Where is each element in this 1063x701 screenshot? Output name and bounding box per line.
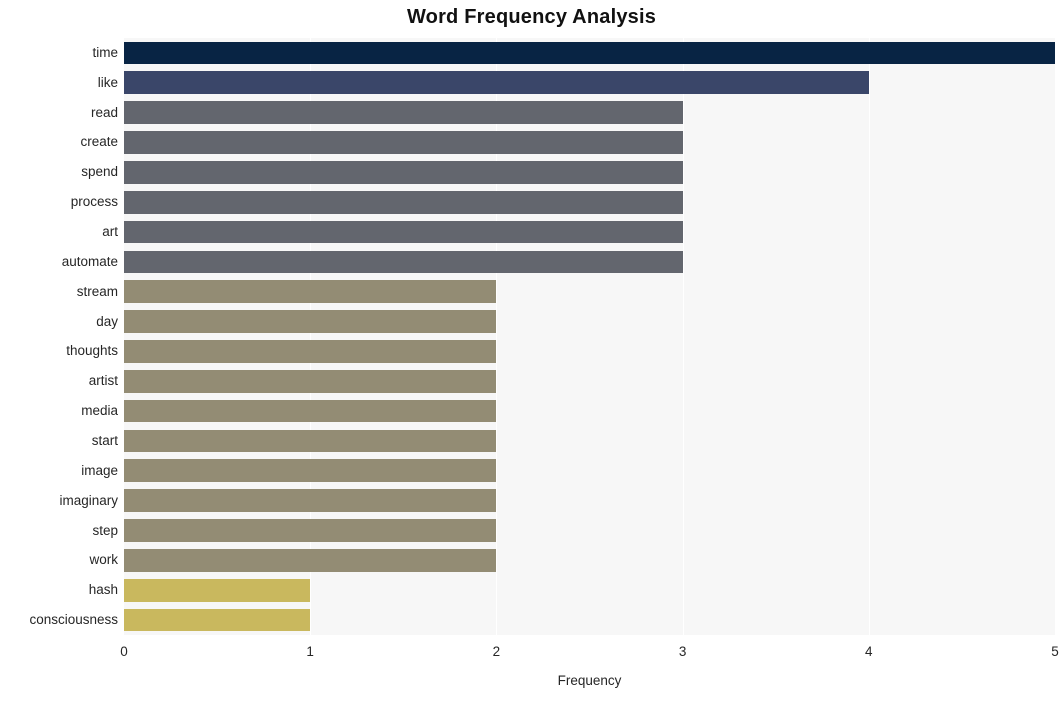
- y-tick-label-art: art: [102, 224, 118, 240]
- bars-container: [124, 38, 1055, 635]
- bar-row: [124, 280, 1055, 304]
- bar-stream: [124, 280, 497, 304]
- bar-hash: [124, 578, 311, 602]
- y-tick-label-like: like: [97, 74, 118, 90]
- bar-art: [124, 220, 683, 244]
- y-axis: time like read create spend process art automat…: [0, 38, 118, 635]
- y-tick-label-automate: automate: [61, 253, 118, 269]
- plot-area: [124, 38, 1055, 635]
- y-tick-label-spend: spend: [81, 164, 118, 180]
- bar-row: [124, 340, 1055, 363]
- bar-work: [124, 549, 497, 572]
- y-tick-label-step: step: [92, 522, 118, 538]
- x-tick-label-2: 2: [492, 644, 501, 659]
- x-tick-label-5: 5: [1051, 644, 1059, 659]
- bar-row: [124, 160, 1055, 184]
- bar-time: [124, 41, 1055, 65]
- bar-media: [124, 399, 497, 423]
- bar-row: [124, 41, 1055, 65]
- bar-row: [124, 131, 1055, 154]
- bar-row: [124, 250, 1055, 274]
- bar-thoughts: [124, 340, 497, 363]
- y-tick-label-imaginary: imaginary: [59, 492, 118, 508]
- bar-row: [124, 429, 1055, 453]
- bar-row: [124, 519, 1055, 542]
- bar-row: [124, 489, 1055, 512]
- bar-row: [124, 549, 1055, 572]
- bar-day: [124, 310, 497, 333]
- y-tick-label-create: create: [80, 134, 118, 150]
- bar-consciousness: [124, 608, 311, 632]
- chart-title: Word Frequency Analysis: [406, 6, 657, 28]
- x-tick-label-1: 1: [306, 644, 314, 659]
- bar-row: [124, 608, 1055, 632]
- bar-image: [124, 459, 497, 483]
- y-tick-label-thoughts: thoughts: [66, 343, 118, 359]
- y-tick-label-time: time: [92, 44, 118, 60]
- bar-row: [124, 399, 1055, 423]
- y-tick-label-day: day: [96, 313, 118, 329]
- y-tick-label-artist: artist: [88, 373, 118, 389]
- bar-row: [124, 220, 1055, 244]
- bar-row: [124, 578, 1055, 602]
- x-axis-label: Frequency: [557, 673, 622, 688]
- y-tick-label-work: work: [89, 552, 118, 568]
- bar-row: [124, 101, 1055, 124]
- bar-row: [124, 459, 1055, 483]
- y-tick-label-start: start: [91, 432, 118, 448]
- y-tick-label-stream: stream: [76, 283, 118, 299]
- y-tick-label-hash: hash: [88, 582, 118, 598]
- bar-row: [124, 190, 1055, 214]
- bar-spend: [124, 160, 683, 184]
- bar-process: [124, 190, 683, 214]
- y-tick-label-read: read: [90, 104, 118, 120]
- bar-row: [124, 310, 1055, 333]
- bar-row: [124, 71, 1055, 95]
- x-tick-label-4: 4: [865, 644, 873, 659]
- word-frequency-chart-figure: Word Frequency Analysis time like read crea…: [0, 0, 1063, 701]
- bar-step: [124, 519, 497, 542]
- bar-create: [124, 131, 683, 154]
- bar-artist: [124, 369, 497, 393]
- x-tick-label-3: 3: [678, 644, 687, 659]
- bar-like: [124, 71, 869, 95]
- y-tick-label-consciousness: consciousness: [29, 612, 118, 628]
- x-axis: 0 1 2 3 4 5: [120, 635, 1059, 665]
- y-tick-label-image: image: [81, 462, 118, 478]
- bar-row: [124, 369, 1055, 393]
- y-tick-label-process: process: [70, 194, 118, 210]
- bar-read: [124, 101, 683, 124]
- x-tick-label-0: 0: [120, 644, 128, 659]
- y-tick-label-media: media: [81, 403, 118, 419]
- bar-start: [124, 429, 497, 453]
- bar-automate: [124, 250, 683, 274]
- bar-imaginary: [124, 489, 497, 512]
